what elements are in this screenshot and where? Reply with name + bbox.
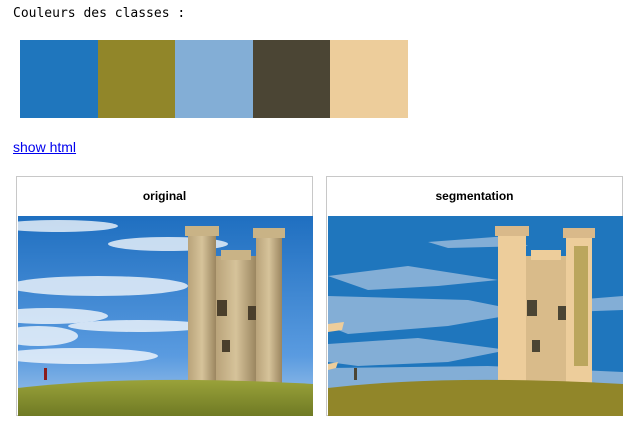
class-colors-heading: Couleurs des classes : xyxy=(13,6,186,21)
segmentation-panel: segmentation xyxy=(326,176,623,416)
original-image xyxy=(18,216,313,416)
class-color-palette xyxy=(20,40,408,118)
show-html-link[interactable]: show html xyxy=(13,139,76,155)
original-title: original xyxy=(142,189,187,203)
color-swatch-5 xyxy=(330,40,408,118)
color-swatch-4 xyxy=(252,40,331,118)
segmentation-image xyxy=(328,216,623,416)
color-swatch-1 xyxy=(20,40,98,118)
color-swatch-3 xyxy=(175,40,253,118)
segmentation-title: segmentation xyxy=(435,189,514,203)
original-panel: original xyxy=(16,176,313,416)
color-swatch-2 xyxy=(97,40,176,118)
